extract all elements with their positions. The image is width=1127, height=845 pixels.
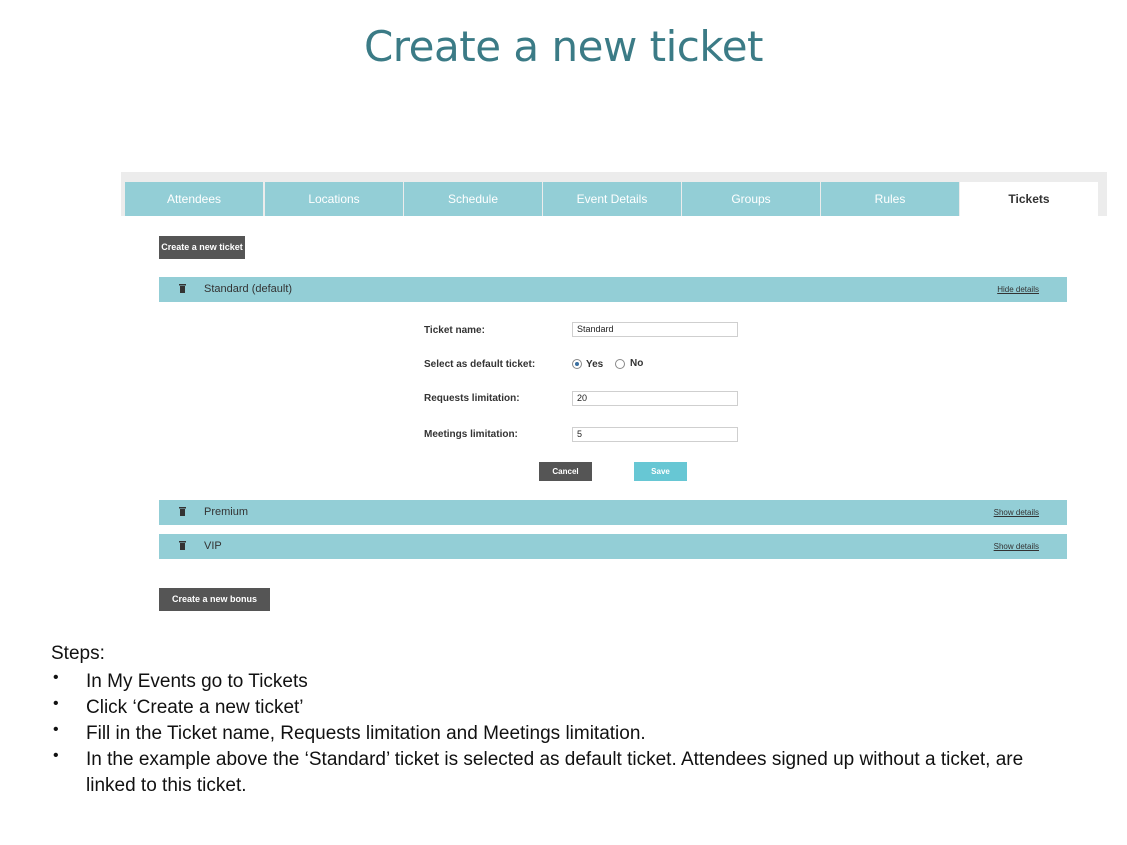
ticket-name-label: Premium [204,506,249,518]
default-yes-radio[interactable] [572,359,582,369]
default-yes-label: Yes [586,359,604,370]
ticket-bar-standard[interactable]: Standard (default) Hide details [159,277,1067,302]
bullet-icon: • [53,721,59,738]
meetings-limitation-label: Meetings limitation: [424,429,518,440]
show-details-link[interactable]: Show details [994,534,1039,559]
bullet-icon: • [53,747,59,764]
create-ticket-button[interactable]: Create a new ticket [159,236,245,259]
ticket-bar-vip[interactable]: VIP Show details [159,534,1067,559]
tab-rules[interactable]: Rules [821,182,959,216]
meetings-limitation-input[interactable]: 5 [572,427,738,442]
default-no-radio[interactable] [615,359,625,369]
show-details-link[interactable]: Show details [994,500,1039,525]
trash-icon[interactable] [179,284,186,293]
step-text: In the example above the ‘Standard’ tick… [86,749,1024,796]
trash-icon[interactable] [179,507,186,516]
ticket-name-field-label: Ticket name: [424,325,485,336]
tab-event-details[interactable]: Event Details [543,182,681,216]
requests-limitation-input[interactable]: 20 [572,391,738,406]
tab-tickets[interactable]: Tickets [960,182,1098,216]
trash-icon[interactable] [179,541,186,550]
default-ticket-label: Select as default ticket: [424,359,536,370]
requests-limitation-label: Requests limitation: [424,393,520,404]
ticket-bar-premium[interactable]: Premium Show details [159,500,1067,525]
tab-attendees[interactable]: Attendees [125,182,263,216]
save-button[interactable]: Save [634,462,687,481]
step-text: In My Events go to Tickets [86,671,308,692]
tab-groups[interactable]: Groups [682,182,820,216]
create-bonus-ticket-button[interactable]: Create a new bonus ticket [159,588,270,627]
bullet-icon: • [53,669,59,686]
hide-details-link[interactable]: Hide details [997,277,1039,302]
ticket-name-input[interactable]: Standard [572,322,738,337]
default-no-label: No [630,358,644,369]
tab-schedule[interactable]: Schedule [404,182,542,216]
cancel-button[interactable]: Cancel [539,462,592,481]
tab-locations[interactable]: Locations [265,182,403,216]
ticket-name-label: VIP [204,540,222,552]
ticket-settings-screenshot: Attendees Locations Schedule Event Detai… [121,172,1107,627]
slide-title: Create a new ticket [363,22,764,71]
ticket-name-label: Standard (default) [204,283,293,295]
step-text: Click ‘Create a new ticket’ [86,697,304,718]
tab-bar: Attendees Locations Schedule Event Detai… [121,172,1107,216]
steps-heading: Steps: [51,643,105,664]
step-text: Fill in the Ticket name, Requests limita… [86,723,646,744]
bullet-icon: • [53,695,59,712]
